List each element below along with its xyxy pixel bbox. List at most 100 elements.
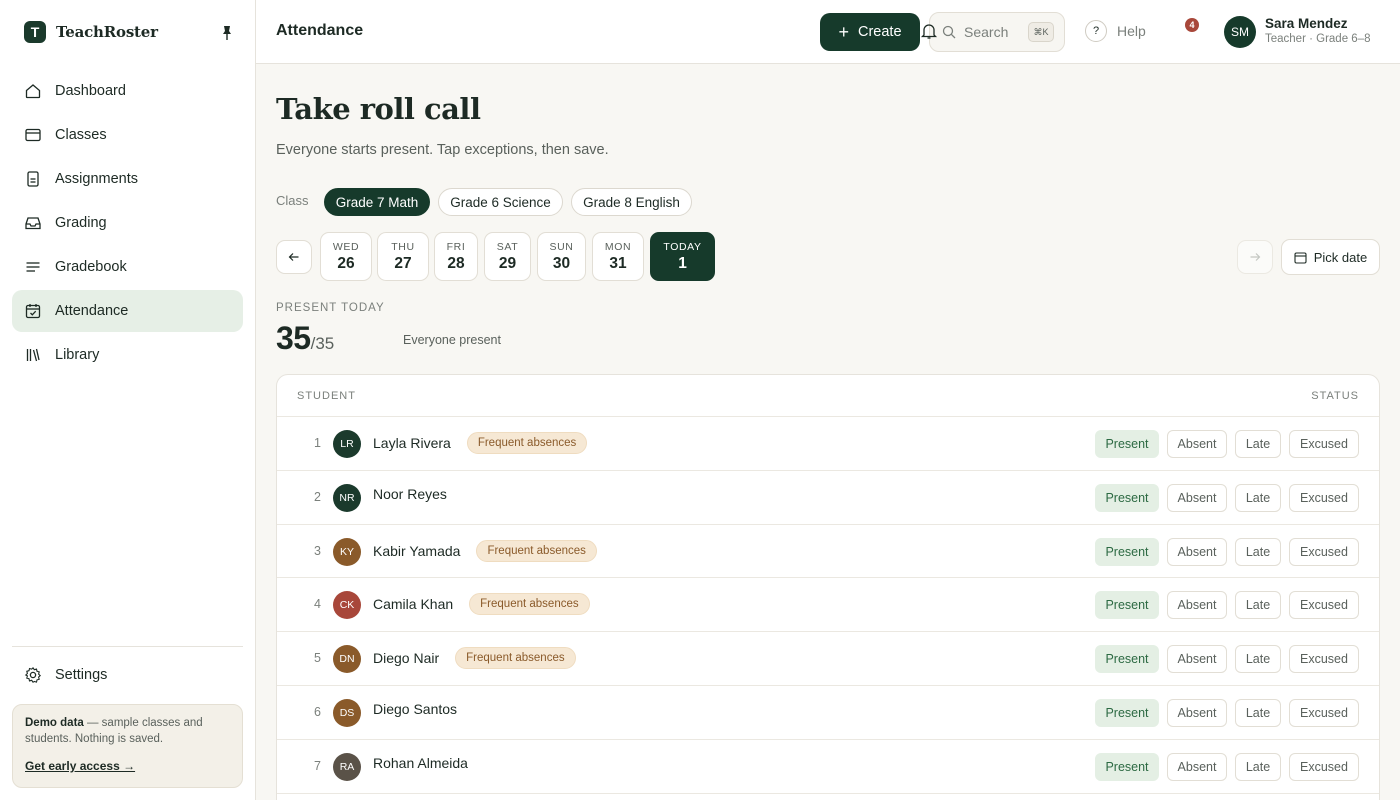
sidebar-item-attendance[interactable]: Attendance: [12, 290, 243, 332]
day-number: 31: [609, 254, 627, 272]
status-excused-button[interactable]: Excused: [1289, 645, 1359, 674]
student-cell: Diego Santos: [373, 701, 457, 717]
status-absent-button[interactable]: Absent: [1167, 645, 1227, 674]
status-present-button[interactable]: Present: [1095, 537, 1159, 566]
pin-icon[interactable]: [220, 25, 234, 41]
sidebar-item-settings[interactable]: Settings: [12, 654, 243, 696]
student-avatar: KY: [333, 537, 361, 566]
status-excused-button[interactable]: Excused: [1289, 752, 1359, 781]
present-count: 35/35: [276, 320, 334, 357]
status-excused-button[interactable]: Excused: [1289, 430, 1359, 458]
create-button[interactable]: + Create: [820, 13, 920, 51]
table-row: 5 DN Diego Nair Frequent absences Present Abs…: [277, 632, 1379, 686]
status-late-button[interactable]: Late: [1235, 645, 1281, 674]
row-number: 4: [314, 597, 321, 612]
present-count-value: 35: [276, 320, 311, 356]
next-day-button[interactable]: [1237, 240, 1273, 274]
student-avatar: DS: [333, 698, 361, 727]
student-name[interactable]: Layla Rivera: [373, 435, 451, 451]
sidebar-item-classes[interactable]: Classes: [12, 114, 243, 156]
status-toggle: Present Absent Late Excused: [1087, 752, 1359, 781]
demo-notice: Demo data — sample classes and students.…: [12, 704, 243, 788]
status-late-button[interactable]: Late: [1235, 591, 1281, 620]
status-excused-button[interactable]: Excused: [1289, 591, 1359, 620]
day-of-week: THU: [391, 240, 415, 253]
roster-table: STUDENT STATUS 1 LR Layla Rivera Frequent a…: [276, 374, 1380, 800]
status-present-button[interactable]: Present: [1095, 483, 1159, 512]
day-mon-31[interactable]: MON 31: [592, 232, 644, 281]
sidebar-item-label: Settings: [55, 667, 108, 683]
status-absent-button[interactable]: Absent: [1167, 752, 1227, 781]
row-number: 2: [314, 489, 321, 504]
user-avatar[interactable]: SM: [1224, 16, 1256, 48]
sidebar-item-label: Assignments: [55, 171, 139, 187]
status-late-button[interactable]: Late: [1235, 537, 1281, 566]
class-chip-grade-6-science[interactable]: Grade 6 Science: [438, 188, 563, 216]
student-cell: Layla Rivera Frequent absences: [373, 432, 588, 454]
class-chip-grade-8-english[interactable]: Grade 8 English: [571, 188, 692, 216]
table-row: 7 RA Rohan Almeida Present Absent Late Excused: [277, 740, 1379, 794]
assignments-icon: [27, 171, 39, 187]
pick-date-label: Pick date: [1313, 249, 1368, 265]
bell-icon[interactable]: [920, 22, 938, 40]
day-wed-26[interactable]: WED 26: [320, 232, 372, 281]
status-excused-button[interactable]: Excused: [1289, 698, 1359, 727]
status-present-button[interactable]: Present: [1095, 430, 1159, 458]
page-title: Take roll call: [276, 92, 481, 126]
sidebar-item-dashboard[interactable]: Dashboard: [12, 70, 243, 112]
sidebar-item-assignments[interactable]: Assignments: [12, 158, 243, 200]
sidebar-item-label: Dashboard: [55, 83, 126, 99]
status-absent-button[interactable]: Absent: [1167, 698, 1227, 727]
student-name[interactable]: Diego Santos: [373, 701, 457, 717]
student-name[interactable]: Camila Khan: [373, 596, 453, 612]
day-fri-28[interactable]: FRI 28: [434, 232, 478, 281]
table-header: STUDENT STATUS: [277, 375, 1379, 417]
status-late-button[interactable]: Late: [1235, 430, 1281, 458]
help-icon: ?: [1085, 20, 1107, 42]
status-excused-button[interactable]: Excused: [1289, 537, 1359, 566]
help-button[interactable]: ? Help: [1085, 20, 1146, 42]
brand[interactable]: T TeachRoster: [24, 20, 158, 44]
student-avatar: DN: [333, 645, 361, 674]
day-thu-27[interactable]: THU 27: [377, 232, 429, 281]
day-today-1[interactable]: TODAY 1: [650, 232, 715, 281]
table-row: 6 DS Diego Santos Present Absent Late Excused: [277, 686, 1379, 740]
brand-logo: T: [24, 21, 46, 43]
frequent-absences-badge: Frequent absences: [466, 432, 588, 454]
sidebar-item-gradebook[interactable]: Gradebook: [12, 246, 243, 288]
row-number: 5: [314, 651, 321, 666]
student-name[interactable]: Kabir Yamada: [373, 543, 460, 559]
prev-day-button[interactable]: [276, 240, 312, 274]
status-toggle: Present Absent Late Excused: [1087, 483, 1359, 512]
early-access-link[interactable]: Get early access →: [25, 758, 230, 774]
day-sat-29[interactable]: SAT 29: [484, 232, 531, 281]
status-present-button[interactable]: Present: [1095, 752, 1159, 781]
status-absent-button[interactable]: Absent: [1167, 483, 1227, 512]
status-present-button[interactable]: Present: [1095, 591, 1159, 620]
status-present-button[interactable]: Present: [1095, 645, 1159, 674]
status-present-button[interactable]: Present: [1095, 698, 1159, 727]
status-excused-button[interactable]: Excused: [1289, 483, 1359, 512]
status-absent-button[interactable]: Absent: [1167, 591, 1227, 620]
student-name[interactable]: Noor Reyes: [373, 486, 447, 502]
table-body: 1 LR Layla Rivera Frequent absences Present A…: [277, 417, 1379, 794]
status-late-button[interactable]: Late: [1235, 698, 1281, 727]
day-sun-30[interactable]: SUN 30: [537, 232, 586, 281]
day-number: 26: [337, 254, 355, 272]
student-name[interactable]: Rohan Almeida: [373, 755, 468, 771]
sidebar-divider: [12, 646, 243, 647]
pick-date-button[interactable]: Pick date: [1281, 239, 1380, 275]
student-name[interactable]: Diego Nair: [373, 650, 439, 666]
sidebar-item-grading[interactable]: Grading: [12, 202, 243, 244]
table-row: 4 CK Camila Khan Frequent absences Present Ab…: [277, 578, 1379, 633]
sidebar-item-library[interactable]: Library: [12, 334, 243, 376]
day-of-week: SUN: [549, 240, 574, 253]
status-late-button[interactable]: Late: [1235, 483, 1281, 512]
user-role: Teacher · Grade 6–8: [1265, 33, 1371, 45]
class-chip-grade-7-math[interactable]: Grade 7 Math: [324, 188, 430, 216]
search-input[interactable]: Search ⌘K: [929, 12, 1065, 52]
status-absent-button[interactable]: Absent: [1167, 430, 1227, 458]
row-number: 1: [314, 436, 321, 450]
status-absent-button[interactable]: Absent: [1167, 537, 1227, 566]
status-late-button[interactable]: Late: [1235, 752, 1281, 781]
